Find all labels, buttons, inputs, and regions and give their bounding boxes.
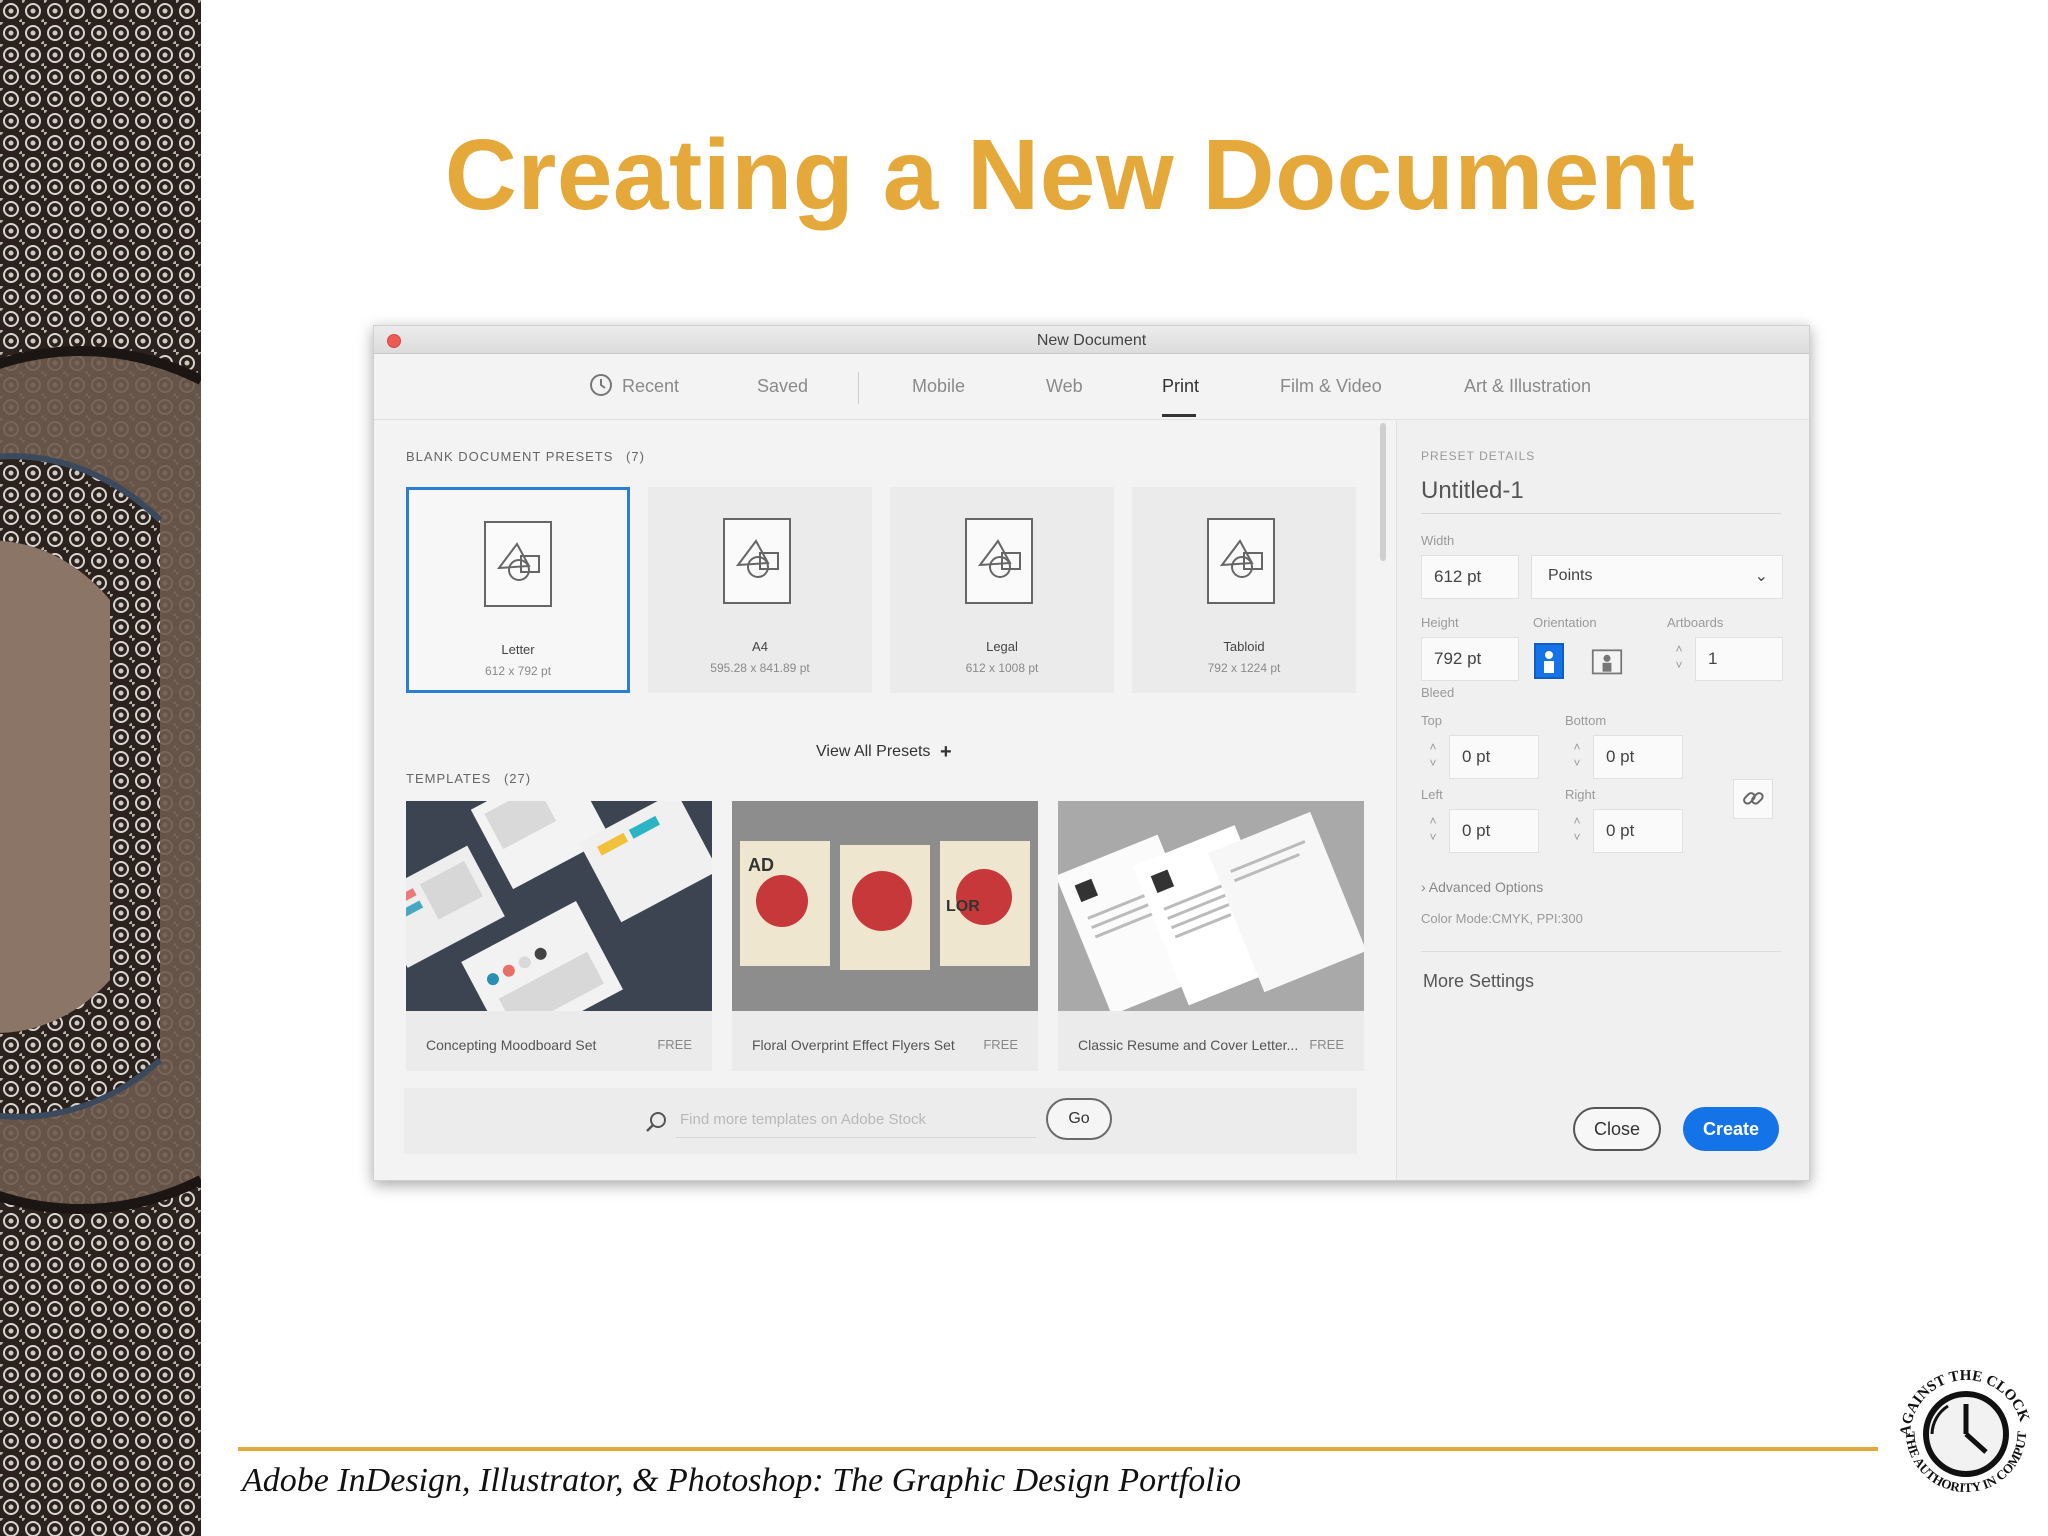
tab-print[interactable]: Print: [1162, 376, 1199, 397]
bleed-top-stepper[interactable]: ˄ ˅: [1421, 735, 1445, 779]
tab-separator: [858, 372, 859, 404]
template-name: Classic Resume and Cover Letter...: [1078, 1037, 1299, 1053]
artboards-stepper[interactable]: ˄ ˅: [1667, 637, 1691, 681]
template-name: Floral Overprint Effect Flyers Set: [752, 1037, 955, 1053]
tab-web[interactable]: Web: [1046, 376, 1083, 397]
chevron-down-icon: ⌄: [1754, 568, 1768, 585]
create-button[interactable]: Create: [1683, 1107, 1779, 1151]
bleed-right-stepper[interactable]: ˄ ˅: [1565, 809, 1589, 853]
preset-name: Letter: [501, 642, 535, 657]
advanced-options-toggle[interactable]: › Advanced Options: [1421, 879, 1543, 895]
units-dropdown[interactable]: Points ⌄: [1531, 555, 1783, 599]
height-field[interactable]: 792 pt: [1421, 637, 1519, 681]
presets-header: BLANK DOCUMENT PRESETS (7): [406, 449, 645, 464]
stock-search-input[interactable]: [676, 1102, 1036, 1138]
new-document-dialog: New Document Recent Saved Mobile Web Pri…: [373, 325, 1810, 1181]
footer-text: Adobe InDesign, Illustrator, & Photoshop…: [242, 1462, 1242, 1499]
plus-icon[interactable]: +: [940, 741, 952, 764]
bleed-right-field[interactable]: 0 pt: [1593, 809, 1683, 853]
artboards-label: Artboards: [1667, 615, 1724, 630]
preset-card-tabloid[interactable]: Tabloid 792 x 1224 pt: [1132, 487, 1356, 693]
document-name-field[interactable]: Untitled-1: [1421, 477, 1781, 514]
tab-mobile[interactable]: Mobile: [912, 376, 965, 397]
bleed-bottom-stepper[interactable]: ˄ ˅: [1565, 735, 1589, 779]
width-label: Width: [1421, 533, 1455, 548]
footer-rule: [238, 1447, 1878, 1451]
recent-clock-icon: [590, 374, 612, 396]
template-name: Concepting Moodboard Set: [426, 1037, 597, 1053]
preset-name: A4: [752, 639, 768, 654]
preset-dimensions: 612 x 792 pt: [484, 664, 552, 678]
template-price: FREE: [1309, 1037, 1344, 1052]
chevron-right-icon: ›: [1421, 879, 1426, 895]
search-icon: [646, 1112, 666, 1132]
view-all-presets-link[interactable]: View All Presets: [816, 743, 930, 761]
bleed-right-label: Right: [1565, 787, 1596, 802]
link-icon: [1743, 792, 1764, 805]
template-thumbnail: [1058, 801, 1364, 1011]
bleed-left-stepper[interactable]: ˄ ˅: [1421, 809, 1445, 853]
active-tab-indicator: [1162, 414, 1196, 417]
staircase-photo: [0, 0, 201, 1536]
close-button[interactable]: Close: [1573, 1107, 1661, 1151]
bleed-top-field[interactable]: 0 pt: [1449, 735, 1539, 779]
template-price: FREE: [657, 1037, 692, 1052]
link-bleed-button[interactable]: [1733, 779, 1773, 819]
svg-text:AD: AD: [748, 855, 774, 875]
preset-dimensions: 595.28 x 841.89 pt: [710, 661, 810, 675]
width-field[interactable]: 612 pt: [1421, 555, 1519, 599]
template-price: FREE: [983, 1037, 1018, 1052]
template-card-moodboard[interactable]: Concepting Moodboard Set FREE: [406, 801, 712, 1071]
color-mode-text: Color Mode:CMYK, PPI:300: [1421, 911, 1583, 926]
document-icon: [484, 521, 552, 607]
slide-title: Creating a New Document: [444, 119, 1696, 231]
preset-details-header: PRESET DETAILS: [1421, 449, 1536, 463]
window-titlebar: New Document: [374, 326, 1809, 354]
tab-recent[interactable]: Recent: [622, 376, 679, 397]
document-icon: [723, 518, 791, 604]
bleed-bottom-field[interactable]: 0 pt: [1593, 735, 1683, 779]
stock-search-bar: Go: [404, 1088, 1357, 1154]
templates-header: TEMPLATES (27): [406, 771, 532, 786]
more-settings-link[interactable]: More Settings: [1423, 971, 1534, 992]
bleed-bottom-label: Bottom: [1565, 713, 1607, 728]
artboards-field[interactable]: 1: [1695, 637, 1783, 681]
template-thumbnail: AD LOR: [732, 801, 1038, 1011]
document-icon: [965, 518, 1033, 604]
landscape-orientation-icon[interactable]: [1591, 643, 1623, 679]
template-card-resume[interactable]: Classic Resume and Cover Letter... FREE: [1058, 801, 1364, 1071]
bleed-left-field[interactable]: 0 pt: [1449, 809, 1539, 853]
go-button[interactable]: Go: [1046, 1098, 1112, 1140]
height-label: Height: [1421, 615, 1459, 630]
units-value: Points: [1548, 567, 1593, 584]
against-the-clock-logo: AGAINST THE CLOCK THE AUTHORITY IN COMPU…: [1888, 1352, 2032, 1495]
preset-dimensions: 612 x 1008 pt: [965, 661, 1039, 675]
preset-name: Legal: [986, 639, 1018, 654]
preset-details-pane: PRESET DETAILS Untitled-1 Width 612 pt P…: [1396, 421, 1809, 1180]
preset-name: Tabloid: [1223, 639, 1265, 654]
presets-scrollbar[interactable]: [1380, 423, 1386, 561]
document-icon: [1207, 518, 1275, 604]
bleed-left-label: Left: [1421, 787, 1443, 802]
bleed-top-label: Top: [1421, 713, 1442, 728]
preset-card-letter[interactable]: Letter 612 x 792 pt: [406, 487, 630, 693]
category-tabs: Recent Saved Mobile Web Print Film & Vid…: [374, 354, 1809, 420]
tab-saved[interactable]: Saved: [757, 376, 808, 397]
window-title: New Document: [1036, 332, 1147, 349]
divider: [1421, 951, 1781, 952]
portrait-orientation-icon[interactable]: [1533, 643, 1565, 679]
orientation-label: Orientation: [1533, 615, 1597, 630]
tab-film-video[interactable]: Film & Video: [1280, 376, 1382, 397]
bleed-label: Bleed: [1421, 685, 1455, 700]
preset-dimensions: 792 x 1224 pt: [1207, 661, 1281, 675]
preset-card-a4[interactable]: A4 595.28 x 841.89 pt: [648, 487, 872, 693]
svg-text:LOR: LOR: [946, 898, 980, 915]
presets-pane: BLANK DOCUMENT PRESETS (7) Letter 612 x …: [374, 421, 1396, 1180]
tab-art-illustration[interactable]: Art & Illustration: [1464, 376, 1591, 397]
preset-card-legal[interactable]: Legal 612 x 1008 pt: [890, 487, 1114, 693]
template-card-floral-flyers[interactable]: AD LOR Floral Overprint Effect Flyers Se…: [732, 801, 1038, 1071]
template-thumbnail: [406, 801, 712, 1011]
